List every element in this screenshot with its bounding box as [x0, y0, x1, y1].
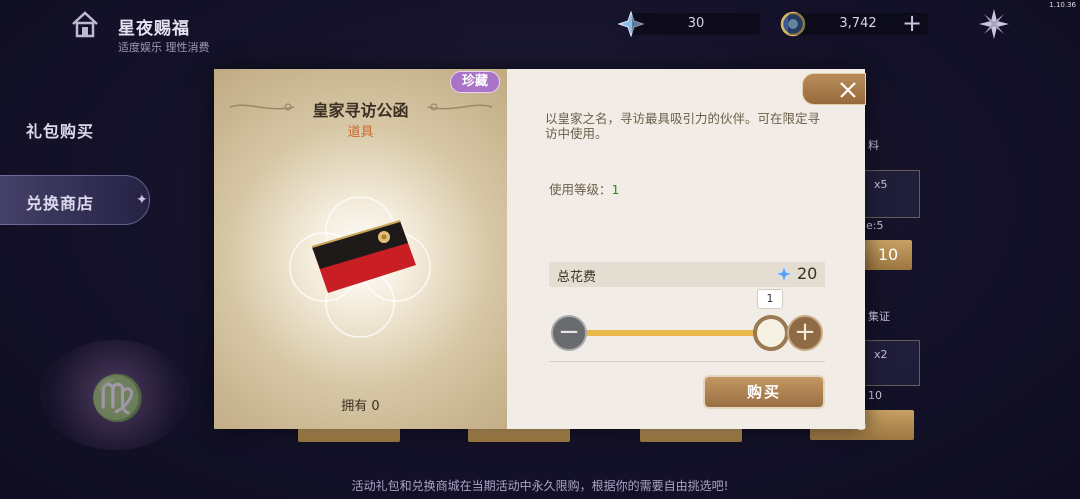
bg-fragment: e:5 [866, 219, 884, 232]
total-cost-label: 总花费 [557, 270, 597, 285]
bg-price-button [640, 428, 742, 442]
purchase-panel: 以皇家之名，寻访最具吸引力的伙伴。可在限定寻访中使用。 使用等级：1 总花费 2… [507, 69, 865, 429]
star-currency-amount: 30 [632, 13, 760, 35]
bg-notice-text: 活动礼包和兑换商城在当期活动中永久限购，根据你的需要自由挑选吧! [351, 479, 729, 493]
page-subtitle: 适度娱乐 理性消费 [118, 41, 210, 54]
virgo-icon: ♍ [90, 373, 145, 424]
item-preview-panel: 珍藏 皇家寻访公函 道具 拥有 0 [214, 69, 507, 429]
item-type: 道具 [347, 125, 374, 140]
use-level-value: 1 [611, 182, 620, 197]
rare-badge: 珍藏 [450, 71, 500, 93]
envelope-item-icon [311, 220, 416, 293]
bg-price-button [298, 428, 400, 442]
menu-star-icon: ✦ [136, 192, 148, 208]
bg-fragment: 10 [868, 389, 882, 402]
quantity-tooltip: 1 [757, 289, 783, 309]
use-level-label: 使用等级： [549, 182, 612, 197]
total-cost-row: 总花费 20 [549, 262, 825, 287]
item-name: 皇家寻访公函 [312, 101, 409, 120]
bg-fragment: x5 [874, 178, 888, 191]
bg-price-button [468, 428, 570, 442]
bg-price-button: 10 [864, 240, 912, 270]
close-button[interactable] [802, 73, 866, 105]
plus-icon[interactable]: + [787, 315, 823, 351]
version-label: 1.10.36 [1049, 1, 1076, 9]
item-description: 以皇家之名，寻访最具吸引力的伙伴。可在限定寻访中使用。 [545, 111, 821, 141]
bg-item-card [864, 170, 920, 218]
home-icon[interactable] [70, 10, 100, 38]
menu-item-exchange-shop[interactable]: 兑换商店 [0, 175, 150, 225]
total-cost-value: 20 [797, 264, 818, 283]
plus-icon[interactable]: + [902, 9, 922, 37]
bg-fragment: 料 [868, 139, 879, 152]
page-title: 星夜赐福 [118, 19, 190, 39]
bg-fragment: x2 [874, 348, 888, 361]
buy-button[interactable]: 购买 [705, 377, 823, 407]
menu-item-gift-packs[interactable]: 礼包购买 [26, 118, 94, 142]
diamond-currency-icon [775, 265, 793, 283]
divider [549, 361, 825, 362]
item-purchase-modal: 珍藏 皇家寻访公函 道具 拥有 0 以皇家之名，寻访最具吸引力的伙伴。可在限定寻… [214, 69, 866, 429]
bg-item-card [864, 340, 920, 386]
minus-icon[interactable]: − [551, 315, 587, 351]
owned-count: 拥有 0 [341, 399, 380, 414]
bg-fragment: 集证 [868, 310, 890, 323]
quantity-slider-thumb[interactable] [753, 315, 789, 351]
use-level: 使用等级：1 [549, 179, 619, 198]
compass-star-icon[interactable] [978, 8, 1010, 40]
close-icon [840, 82, 856, 98]
